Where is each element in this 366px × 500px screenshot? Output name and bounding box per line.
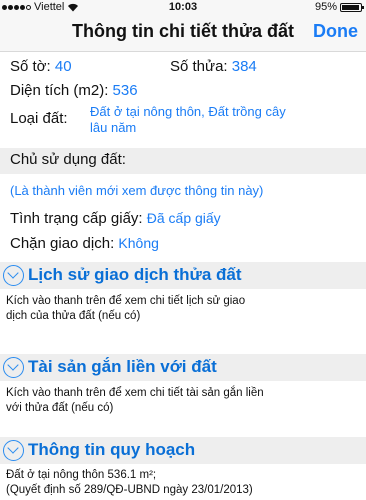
planning-info-line2: (Quyết định số 289/QĐ-UBND ngày 23/01/20… <box>6 484 253 496</box>
done-button[interactable]: Done <box>313 21 358 42</box>
so-to-label: Số tờ: <box>10 58 51 75</box>
attached-assets-line1: Kích vào thanh trên để xem chi tiết tài … <box>6 387 264 399</box>
transaction-history-line1: Kích vào thanh trên để xem chi tiết lịch… <box>6 295 246 307</box>
tinh-trang-value: Đã cấp giấy <box>146 210 221 226</box>
transaction-history-description: Kích vào thanh trên để xem chi tiết lịch… <box>6 294 361 324</box>
so-thua-value: 384 <box>231 58 257 75</box>
loai-dat-label: Loại đất: <box>10 110 68 127</box>
planning-info-title: Thông tin quy hoạch <box>28 440 196 459</box>
transaction-history-line2: dịch của thửa đất (nếu có) <box>6 310 141 322</box>
planning-info-description: Đất ở tại nông thôn 536.1 m²; (Quyết địn… <box>6 468 361 498</box>
tinh-trang-label: Tình trạng cấp giấy: <box>10 210 143 227</box>
loai-dat-value-line1: Đất ở tại nông thôn, Đất trồng cây <box>90 104 286 119</box>
attached-assets-title: Tài sản gắn liền với đất <box>28 357 217 376</box>
chevron-down-icon <box>3 440 24 461</box>
transaction-history-header[interactable]: Lịch sử giao dịch thửa đất <box>0 262 366 289</box>
chevron-down-icon <box>3 265 24 286</box>
battery-fill <box>342 4 360 10</box>
chan-giao-dich-label: Chặn giao dịch: <box>10 235 115 252</box>
status-right: 95% <box>314 1 364 13</box>
so-thua-row: Số thửa: 384 <box>170 58 257 75</box>
dien-tich-value: 536 <box>112 82 138 99</box>
tinh-trang-row: Tình trạng cấp giấy: Đã cấp giấy <box>10 210 221 227</box>
chan-giao-dich-value: Không <box>118 235 159 251</box>
battery-percent: 95% <box>314 1 337 13</box>
planning-info-line1: Đất ở tại nông thôn 536.1 m²; <box>6 469 157 481</box>
so-to-value: 40 <box>54 58 72 75</box>
dien-tich-row: Diện tích (m2): 536 <box>10 82 138 99</box>
chan-giao-dich-row: Chặn giao dịch: Không <box>10 235 159 252</box>
member-note: (Là thành viên mới xem được thông tin nà… <box>10 183 264 198</box>
so-thua-label: Số thửa: <box>170 58 228 75</box>
page-title: Thông tin chi tiết thửa đất <box>71 21 294 41</box>
navigation-bar: Thông tin chi tiết thửa đất Done <box>0 14 366 52</box>
chevron-down-icon <box>3 357 24 378</box>
so-to-row: Số tờ: 40 <box>10 58 72 75</box>
owner-section-header: Chủ sử dụng đất: <box>0 148 366 174</box>
attached-assets-line2: với thửa đất (nếu có) <box>6 402 114 414</box>
attached-assets-description: Kích vào thanh trên để xem chi tiết tài … <box>6 386 361 416</box>
loai-dat-value-line2: lâu năm <box>90 120 137 135</box>
attached-assets-header[interactable]: Tài sản gắn liền với đất <box>0 354 366 381</box>
status-bar: Viettel 10:03 95% <box>0 0 366 14</box>
dien-tich-label: Diện tích (m2): <box>10 82 109 99</box>
owner-section-title: Chủ sử dụng đất: <box>10 151 126 168</box>
status-time: 10:03 <box>168 1 198 13</box>
battery-icon <box>340 2 364 12</box>
transaction-history-title: Lịch sử giao dịch thửa đất <box>28 265 242 284</box>
planning-info-header[interactable]: Thông tin quy hoạch <box>0 437 366 464</box>
